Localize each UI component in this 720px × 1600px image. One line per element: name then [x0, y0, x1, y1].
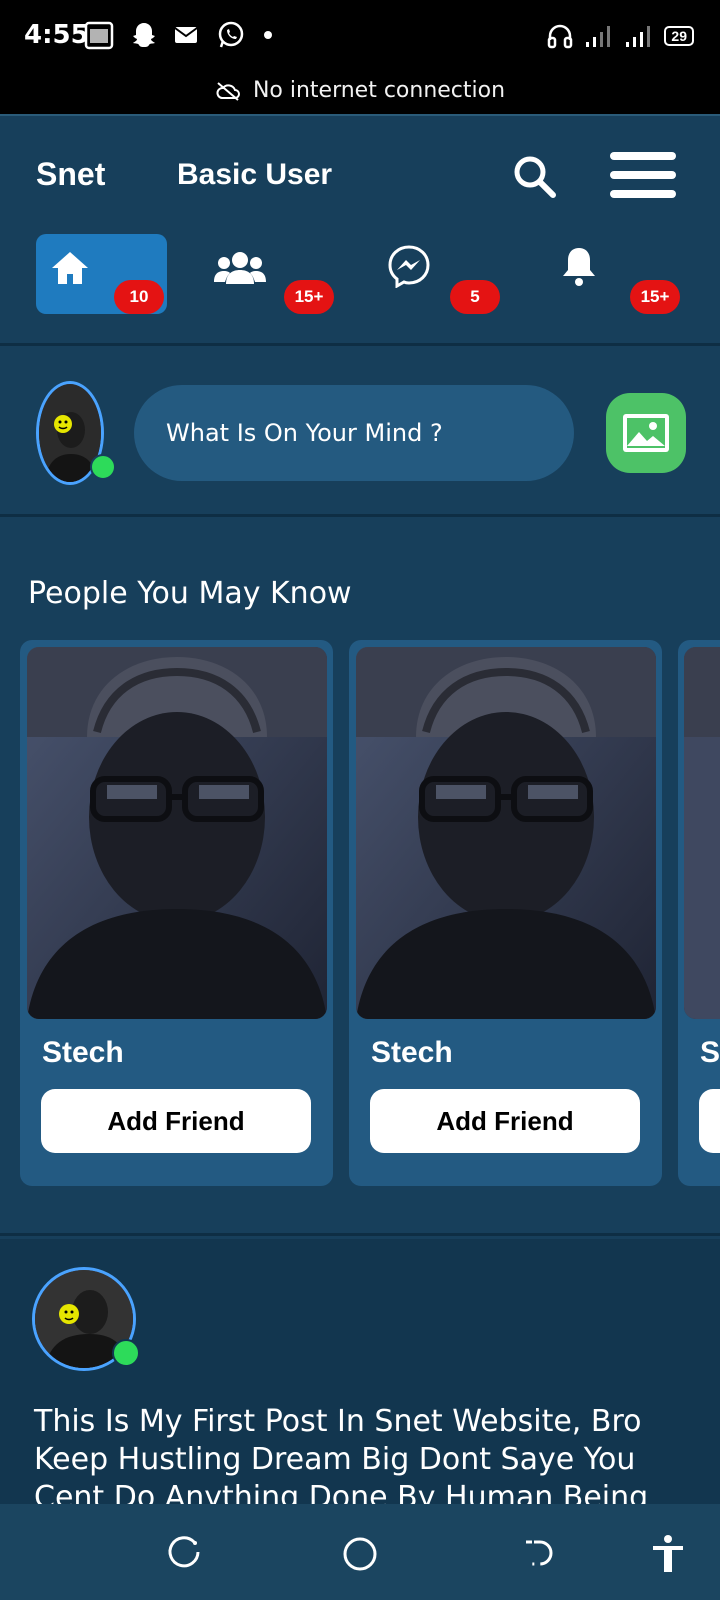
tab-home[interactable]: 10	[36, 234, 167, 314]
user-role-label: Basic User	[177, 158, 333, 191]
section-title: People You May Know	[28, 576, 352, 611]
home-badge: 10	[114, 280, 164, 314]
app-header: Snet Basic User 10 15+ 5 15+	[0, 114, 720, 346]
cloud-off-icon	[216, 82, 240, 101]
add-friend-button[interactable]	[699, 1089, 720, 1153]
tab-messenger[interactable]: 5	[376, 234, 507, 314]
online-indicator	[90, 454, 116, 480]
battery-icon: 29	[664, 26, 694, 46]
friend-suggestion-card[interactable]: S	[678, 640, 720, 1186]
whatsapp-icon	[218, 21, 244, 48]
status-input[interactable]: What Is On Your Mind ?	[134, 385, 574, 481]
add-friend-button[interactable]: Add Friend	[41, 1089, 311, 1153]
menu-line	[610, 171, 676, 179]
accessibility-icon	[653, 1535, 683, 1572]
search-icon	[514, 156, 556, 198]
users-icon	[213, 252, 266, 284]
hamburger-menu-button[interactable]	[610, 152, 676, 202]
main-nav-tabs: 10 15+ 5 15+	[0, 234, 720, 314]
tab-notifications[interactable]: 15+	[546, 234, 680, 314]
home-circle-icon	[343, 1537, 377, 1571]
headset-icon	[548, 24, 573, 49]
notification-icons	[84, 20, 274, 50]
add-photo-button[interactable]	[606, 393, 686, 473]
messenger-icon	[387, 245, 430, 289]
system-navigation-bar	[0, 1504, 720, 1600]
signal-icon	[626, 26, 651, 47]
home-icon	[51, 252, 88, 284]
back-button[interactable]	[516, 1534, 556, 1574]
accessibility-button[interactable]	[648, 1534, 688, 1574]
post-body: This Is My First Post In Snet Website, B…	[34, 1404, 649, 1504]
friend-suggestion-card[interactable]: Stech Add Friend	[20, 640, 333, 1186]
profile-photo[interactable]	[356, 647, 656, 1019]
person-photo	[684, 647, 720, 1019]
menu-line	[610, 152, 676, 160]
profile-photo[interactable]	[684, 647, 720, 1019]
friend-suggestion-card[interactable]: Stech Add Friend	[349, 640, 662, 1186]
messenger-badge: 5	[450, 280, 500, 314]
no-internet-text: No internet connection	[252, 78, 506, 103]
image-icon	[623, 414, 669, 452]
suggestion-name: Stech	[42, 1036, 124, 1069]
no-internet-banner: No internet connection	[0, 78, 720, 103]
online-indicator	[112, 1339, 140, 1367]
suggestion-name: S	[700, 1036, 720, 1069]
back-icon	[526, 1540, 553, 1566]
brand-logo[interactable]: Snet	[36, 156, 105, 193]
signal-icon	[586, 26, 611, 47]
post-composer: What Is On Your Mind ?	[0, 349, 720, 517]
mail-icon	[174, 27, 198, 43]
status-bar: 4:55 29 No internet connection	[0, 0, 720, 114]
person-photo	[27, 647, 327, 1019]
add-friend-button[interactable]: Add Friend	[370, 1089, 640, 1153]
tab-friends[interactable]: 15+	[206, 234, 337, 314]
snapchat-icon	[133, 23, 155, 47]
suggestion-name: Stech	[371, 1036, 453, 1069]
clock: 4:55	[24, 20, 89, 50]
recents-button[interactable]	[164, 1534, 204, 1574]
notifications-badge: 15+	[630, 280, 680, 314]
profile-photo[interactable]	[27, 647, 327, 1019]
system-icons: 29	[546, 22, 694, 50]
dot-icon	[264, 31, 272, 39]
friends-badge: 15+	[284, 280, 334, 314]
search-button[interactable]	[510, 152, 560, 202]
feed-post: This Is My First Post In Snet Website, B…	[0, 1239, 720, 1504]
calendar-icon	[84, 21, 114, 50]
home-button[interactable]	[340, 1534, 380, 1574]
people-you-may-know: People You May Know Stech Add Friend Ste…	[0, 520, 720, 1236]
recents-icon	[168, 1536, 200, 1568]
bell-icon	[562, 248, 595, 286]
menu-line	[610, 190, 676, 198]
person-photo	[356, 647, 656, 1019]
